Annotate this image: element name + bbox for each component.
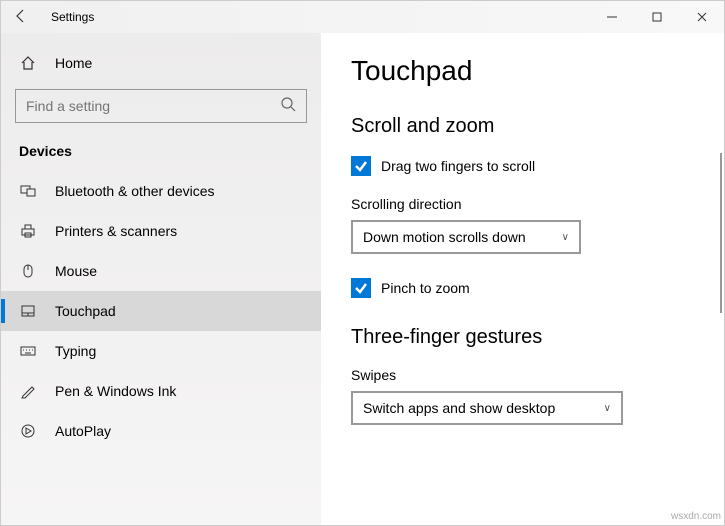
section-heading: Devices [1, 137, 321, 171]
pinch-zoom-checkbox[interactable]: Pinch to zoom [351, 278, 694, 298]
drag-two-fingers-checkbox[interactable]: Drag two fingers to scroll [351, 156, 694, 176]
content-pane: Touchpad Scroll and zoom Drag two finger… [321, 33, 724, 525]
touchpad-icon [19, 303, 37, 319]
nav-label: Touchpad [55, 303, 116, 319]
sidebar-item-touchpad[interactable]: Touchpad [1, 291, 321, 331]
window-body: Home Devices Bluetooth & other devices [1, 33, 724, 525]
maximize-button[interactable] [634, 1, 679, 33]
checkbox-label: Pinch to zoom [381, 280, 470, 296]
swipes-dropdown[interactable]: Switch apps and show desktop ∨ [351, 391, 623, 425]
search-input[interactable] [26, 98, 280, 114]
chevron-down-icon: ∨ [604, 403, 611, 414]
sidebar-item-autoplay[interactable]: AutoPlay [1, 411, 321, 451]
sidebar-item-bluetooth[interactable]: Bluetooth & other devices [1, 171, 321, 211]
home-nav[interactable]: Home [1, 45, 321, 81]
checkbox-checked-icon [351, 156, 371, 176]
swipes-label: Swipes [351, 367, 694, 383]
nav-label: Bluetooth & other devices [55, 183, 215, 199]
section-three-finger: Three-finger gestures [351, 326, 694, 349]
dropdown-value: Down motion scrolls down [363, 229, 526, 245]
nav-label: AutoPlay [55, 423, 111, 439]
devices-icon [19, 183, 37, 199]
nav-label: Pen & Windows Ink [55, 383, 176, 399]
checkbox-checked-icon [351, 278, 371, 298]
printer-icon [19, 223, 37, 239]
nav-label: Mouse [55, 263, 97, 279]
scrolling-direction-label: Scrolling direction [351, 196, 694, 212]
home-label: Home [55, 55, 92, 71]
sidebar: Home Devices Bluetooth & other devices [1, 33, 321, 525]
search-box[interactable] [15, 89, 307, 123]
minimize-icon [607, 12, 617, 22]
nav-label: Typing [55, 343, 96, 359]
home-icon [19, 55, 37, 71]
titlebar: Settings [1, 1, 724, 33]
search-icon [280, 96, 296, 117]
close-icon [697, 12, 707, 22]
settings-window: Settings Home Devic [0, 0, 725, 526]
watermark: wsxdn.com [671, 511, 721, 522]
keyboard-icon [19, 343, 37, 359]
back-button[interactable] [1, 8, 41, 27]
sidebar-item-pen[interactable]: Pen & Windows Ink [1, 371, 321, 411]
pen-icon [19, 383, 37, 399]
maximize-icon [652, 12, 662, 22]
scrolling-direction-dropdown[interactable]: Down motion scrolls down ∨ [351, 220, 581, 254]
sidebar-item-typing[interactable]: Typing [1, 331, 321, 371]
scrollbar-thumb[interactable] [720, 153, 722, 313]
chevron-down-icon: ∨ [562, 232, 569, 243]
dropdown-value: Switch apps and show desktop [363, 400, 555, 416]
page-title: Touchpad [351, 55, 694, 87]
window-title: Settings [41, 10, 94, 24]
autoplay-icon [19, 423, 37, 439]
mouse-icon [19, 263, 37, 279]
close-button[interactable] [679, 1, 724, 33]
sidebar-item-printers[interactable]: Printers & scanners [1, 211, 321, 251]
sidebar-item-mouse[interactable]: Mouse [1, 251, 321, 291]
checkbox-label: Drag two fingers to scroll [381, 158, 535, 174]
minimize-button[interactable] [589, 1, 634, 33]
nav-label: Printers & scanners [55, 223, 177, 239]
section-scroll-zoom: Scroll and zoom [351, 115, 694, 138]
